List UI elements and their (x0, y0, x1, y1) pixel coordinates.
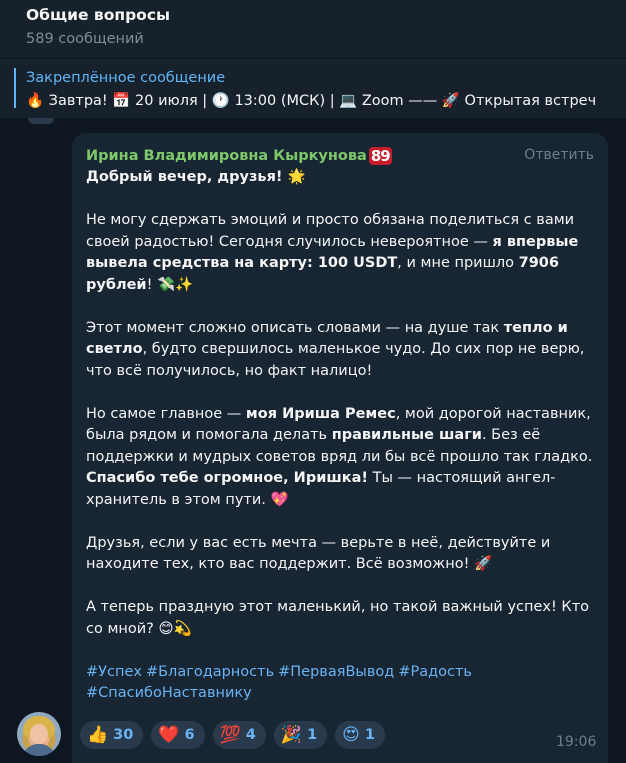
reaction-heart-eyes[interactable]: 😍 1 (335, 721, 385, 749)
chat-header[interactable]: Общие вопросы 589 сообщений (0, 0, 626, 58)
pinned-label: Закреплённое сообщение (26, 70, 226, 86)
pinned-message-bar[interactable]: Закреплённое сообщение 🔥 Завтра! 📅 20 ию… (0, 58, 626, 118)
paragraph-5: А теперь праздную этот маленький, но так… (86, 599, 590, 637)
party-popper-icon: 🎉 (280, 725, 303, 745)
reaction-hundred[interactable]: 💯 4 (212, 721, 266, 749)
message-count: 589 сообщений (26, 31, 144, 47)
hashtag-link[interactable]: #ПерваяВывод (278, 664, 394, 680)
author-badge-emoji: 89 (368, 146, 392, 165)
reaction-count: 1 (307, 727, 318, 743)
reaction-count: 30 (113, 727, 134, 743)
reaction-party[interactable]: 🎉 1 (273, 721, 328, 749)
heart-icon: ❤️ (158, 725, 180, 745)
paragraph-2: Этот момент сложно описать словами — на … (86, 319, 585, 379)
author-avatar[interactable] (17, 712, 61, 756)
author-line: Ирина Владимировна Кыркунова 89 (86, 145, 392, 165)
reply-button[interactable]: Ответить (524, 147, 594, 163)
thumbs-up-icon: 👍 (87, 725, 109, 745)
reaction-heart[interactable]: ❤️ 6 (151, 721, 205, 749)
previous-avatar-edge (28, 118, 54, 124)
paragraph-1: Не могу сдержать эмоций и просто обязана… (86, 212, 579, 293)
hashtag-link[interactable]: #Успех (86, 664, 142, 680)
reaction-count: 6 (184, 727, 195, 743)
message-time: 19:06 (556, 734, 597, 750)
pinned-text: 🔥 Завтра! 📅 20 июля | 🕐 13:00 (МСК) | 💻 … (26, 93, 597, 109)
reaction-count: 1 (364, 727, 375, 743)
paragraph-3: Но самое главное — моя Ириша Ремес, мой … (86, 405, 593, 508)
hashtag-link[interactable]: #Благодарность (146, 664, 274, 680)
reaction-count: 4 (245, 727, 256, 743)
message-text: Добрый вечер, друзья! 🌟 Не могу сдержать… (86, 167, 598, 705)
hashtag-link[interactable]: #Радость (398, 664, 472, 680)
reactions-row: 👍 30 ❤️ 6 💯 4 🎉 1 😍 1 (80, 721, 385, 749)
heart-eyes-icon: 😍 (342, 725, 360, 745)
chat-title: Общие вопросы (26, 6, 171, 24)
hashtag-link[interactable]: #СпасибоНаставнику (86, 685, 252, 701)
message-bubble[interactable]: Ирина Владимировна Кыркунова 89 Ответить … (72, 133, 608, 763)
reaction-thumbs-up[interactable]: 👍 30 (80, 721, 144, 749)
paragraph-4: Друзья, если у вас есть мечта — верьте в… (86, 534, 551, 573)
hundred-icon: 💯 (219, 725, 241, 745)
pinned-indicator (14, 68, 16, 108)
author-name[interactable]: Ирина Владимировна Кыркунова (86, 148, 367, 164)
hashtags: #Успех #Благодарность #ПерваяВывод #Радость… (86, 662, 598, 705)
greeting: Добрый вечер, друзья! 🌟 (86, 169, 306, 185)
